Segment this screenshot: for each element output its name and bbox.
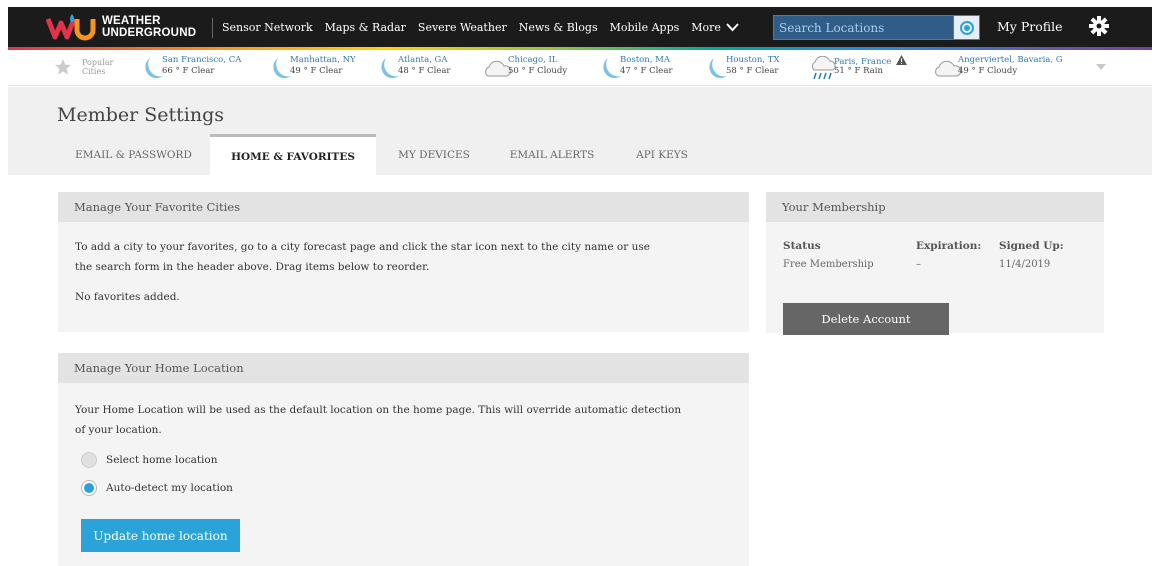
expiration-value: –: [916, 259, 921, 270]
radio-button-unchecked[interactable]: [81, 452, 97, 468]
popular-cities-label: Popular Cities: [82, 58, 114, 76]
gear-icon[interactable]: [1088, 15, 1110, 37]
alert-triangle-icon[interactable]: [895, 55, 907, 65]
search-input[interactable]: [774, 16, 949, 39]
tab-email-alerts[interactable]: EMAIL ALERTS: [492, 134, 612, 175]
nav-mobile-apps[interactable]: Mobile Apps: [610, 21, 680, 34]
top-navigation-bar: WEATHER UNDERGROUND Sensor Network Maps …: [8, 7, 1152, 47]
update-home-location-button[interactable]: Update home location: [81, 519, 240, 552]
main-nav: Sensor Network Maps & Radar Severe Weath…: [222, 7, 751, 47]
nav-divider: [212, 18, 213, 38]
search-box: [773, 15, 980, 40]
location-target-icon: [959, 20, 974, 35]
membership-panel-heading: Your Membership: [766, 192, 1104, 222]
favorites-empty-message: No favorites added.: [75, 291, 180, 303]
nav-more[interactable]: More: [691, 21, 739, 34]
locate-me-button[interactable]: [953, 16, 979, 39]
home-location-panel: Manage Your Home Location Your Home Loca…: [58, 353, 749, 566]
nav-news-blogs[interactable]: News & Blogs: [519, 21, 598, 34]
expiration-label: Expiration:: [916, 240, 982, 252]
home-location-description: Your Home Location will be used as the d…: [75, 404, 682, 436]
page-title: Member Settings: [57, 104, 225, 126]
nav-sensor-network[interactable]: Sensor Network: [222, 21, 313, 34]
radio-auto-detect-location[interactable]: Auto-detect my location: [81, 480, 233, 496]
radio-select-home-location[interactable]: Select home location: [81, 452, 218, 468]
nav-more-label: More: [691, 20, 721, 34]
caret-down-icon[interactable]: [1094, 60, 1108, 74]
tab-my-devices[interactable]: MY DEVICES: [376, 134, 492, 175]
status-value: Free Membership: [783, 259, 874, 270]
favorites-instructions: To add a city to your favorites, go to a…: [75, 241, 650, 273]
star-icon[interactable]: [54, 58, 72, 76]
nav-maps-radar[interactable]: Maps & Radar: [325, 21, 406, 34]
logo-text-underground: UNDERGROUND: [102, 27, 197, 39]
weather-underground-logo[interactable]: WEATHER UNDERGROUND: [46, 11, 196, 43]
tab-api-keys[interactable]: API KEYS: [612, 134, 712, 175]
signed-up-label: Signed Up:: [999, 240, 1064, 252]
settings-content: Manage Your Favorite Cities To add a cit…: [8, 175, 1152, 566]
wu-logo-icon: [46, 14, 96, 41]
chevron-down-icon: [726, 22, 739, 31]
delete-account-button[interactable]: Delete Account: [783, 303, 949, 335]
settings-tabs: EMAIL & PASSWORD HOME & FAVORITES MY DEV…: [57, 134, 1057, 176]
my-profile-link[interactable]: My Profile: [997, 19, 1062, 34]
radio-button-checked[interactable]: [81, 480, 97, 496]
tab-email-password[interactable]: EMAIL & PASSWORD: [57, 134, 210, 175]
status-label: Status: [783, 240, 821, 252]
membership-panel: Your Membership Status Expiration: Signe…: [766, 192, 1104, 335]
favorites-panel: Manage Your Favorite Cities To add a cit…: [58, 192, 749, 332]
nav-severe-weather[interactable]: Severe Weather: [418, 21, 507, 34]
signed-up-value: 11/4/2019: [999, 259, 1051, 270]
logo-text-weather: WEATHER: [102, 15, 161, 27]
favorites-panel-heading: Manage Your Favorite Cities: [58, 192, 749, 222]
popular-cities-bar: Popular Cities San Francisco, CA 66 ° F …: [8, 50, 1152, 86]
tab-home-favorites[interactable]: HOME & FAVORITES: [210, 134, 376, 176]
home-location-panel-heading: Manage Your Home Location: [58, 353, 749, 383]
